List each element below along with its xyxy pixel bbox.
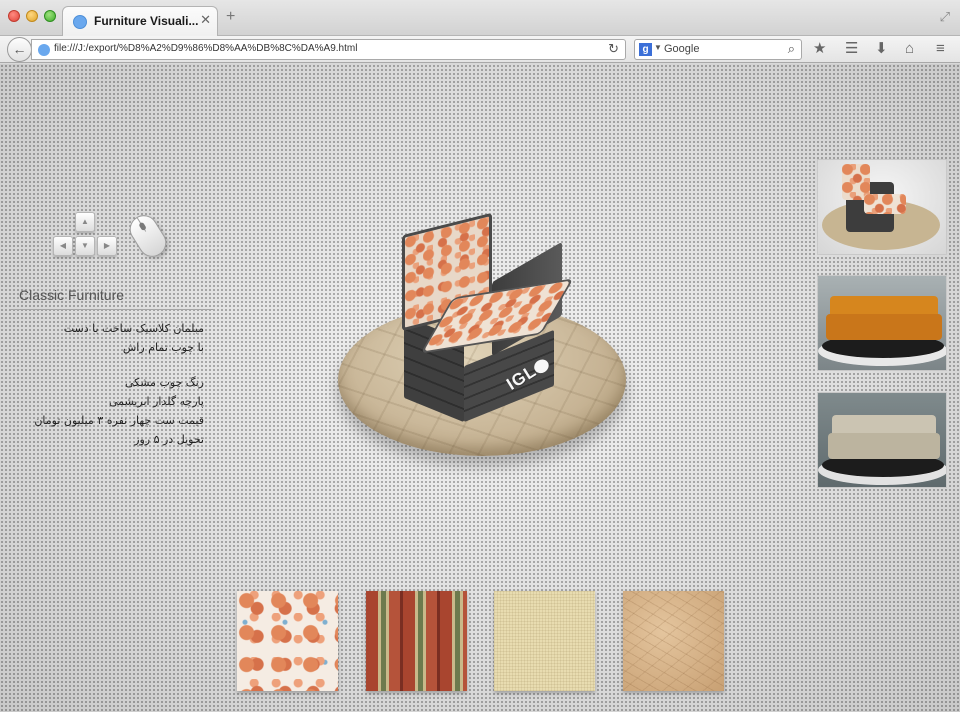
fullscreen-icon[interactable]: ⤢ [940,9,950,25]
arrow-right-key-icon: ▶ [97,236,117,256]
search-bar[interactable]: g ▼ Google ⌕ [634,39,802,60]
tab-close-icon[interactable]: ✕ [200,13,211,27]
arrow-keys-icon: ▲ ◀ ▼ ▶ [50,212,120,266]
mouse-icon [124,209,172,263]
3d-chair-model[interactable] [396,210,586,440]
grey-sofa-thumbnail[interactable] [817,392,947,488]
description-line: با چوب تمام راش [122,341,204,354]
product-description: مبلمان کلاسیک ساخت با دست با چوب تمام را… [14,319,204,449]
tab-title: Furniture Visuali... [94,14,199,28]
window-minimize-button[interactable] [26,10,38,22]
home-icon[interactable]: ⌂ [905,40,914,58]
arrow-left-key-icon: ◀ [53,236,73,256]
window-close-button[interactable] [8,10,20,22]
chevron-down-icon[interactable]: ▼ [654,43,662,52]
globe-icon [38,44,50,56]
arrow-down-key-icon: ▼ [75,236,95,256]
bookmark-star-icon[interactable]: ★ [813,40,826,58]
description-line: رنگ چوب مشکی [125,376,204,389]
google-icon[interactable]: g [639,43,652,56]
browser-nav-bar: ← file:///J:/export/%D8%A2%D9%86%D8%AA%D… [0,36,960,63]
leather-swatch[interactable] [623,591,724,691]
divider [10,309,215,310]
orange-sofa-thumbnail[interactable] [817,275,947,371]
address-bar[interactable]: file:///J:/export/%D8%A2%D9%86%D8%AA%DB%… [31,39,626,60]
browser-tab-bar: Furniture Visuali... ✕ + ⤢ [0,0,960,36]
search-icon[interactable]: ⌕ [788,41,795,57]
linen-fabric-swatch[interactable] [494,591,595,691]
description-line: مبلمان کلاسیک ساخت با دست [63,322,204,335]
bookmarks-list-icon[interactable]: ☰ [845,40,858,58]
window-zoom-button[interactable] [44,10,56,22]
product-title: Classic Furniture [19,287,125,303]
reload-icon[interactable]: ↻ [608,41,619,57]
search-input[interactable]: Google [664,43,699,55]
back-button[interactable]: ← [7,37,32,62]
menu-icon[interactable]: ≡ [936,40,945,58]
striped-fabric-swatch[interactable] [366,591,467,691]
new-tab-button[interactable]: + [226,9,235,25]
classic-chair-thumbnail[interactable] [817,159,947,255]
description-line: قیمت ست چهار نفره ۳ میلیون تومان [34,414,204,427]
page-viewport: ▲ ◀ ▼ ▶ Classic Furniture مبلمان کلاسیک … [0,64,960,712]
description-line: پارچه گلدار ابریشمی [108,395,204,408]
arrow-up-key-icon: ▲ [75,212,95,232]
description-line: تحویل در ۵ روز [134,433,204,446]
browser-tab[interactable]: Furniture Visuali... ✕ [62,6,218,36]
download-icon[interactable]: ⬇ [875,40,888,58]
globe-icon [73,15,87,29]
floral-fabric-swatch[interactable] [237,591,338,691]
url-text[interactable]: file:///J:/export/%D8%A2%D9%86%D8%AA%DB%… [54,43,357,54]
arrow-left-icon: ← [12,41,27,57]
